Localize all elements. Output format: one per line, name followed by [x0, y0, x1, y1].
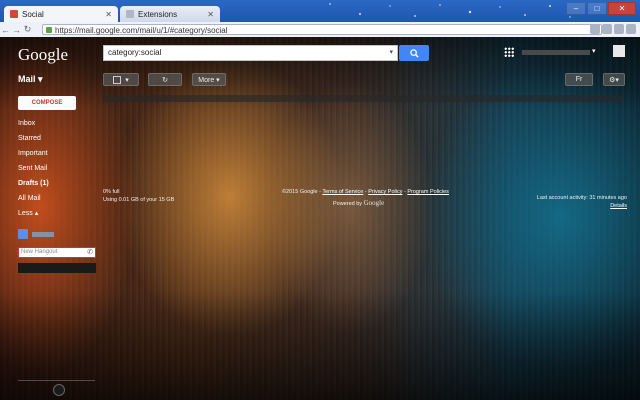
- search-options-icon[interactable]: ▾: [389, 46, 393, 60]
- new-hangout-input[interactable]: New Hangout ✆: [18, 247, 96, 258]
- maximize-button[interactable]: □: [587, 2, 607, 15]
- account-name[interactable]: [522, 50, 590, 55]
- menu-icon[interactable]: [626, 24, 636, 34]
- url-text: https://mail.google.com/mail/u/1/#catego…: [55, 26, 228, 35]
- details-link-text[interactable]: Details: [610, 203, 627, 209]
- address-bar[interactable]: https://mail.google.com/mail/u/1/#catego…: [42, 24, 602, 35]
- sidebar-item-drafts[interactable]: Drafts (1): [18, 180, 49, 187]
- sidebar-item-all-mail[interactable]: All Mail: [18, 195, 41, 202]
- message-list-area: [103, 95, 623, 102]
- tab-title: Extensions: [138, 9, 178, 19]
- tab-social[interactable]: Social ✕: [4, 6, 118, 22]
- back-icon[interactable]: ←: [0, 25, 11, 35]
- hangout-placeholder: New Hangout: [21, 249, 58, 255]
- hangouts-icon[interactable]: [53, 384, 65, 396]
- minimize-button[interactable]: –: [566, 2, 586, 15]
- gmail-icon: [10, 10, 18, 18]
- mail-switcher[interactable]: Mail ▾: [18, 74, 43, 85]
- storage-percent: 0% full: [103, 189, 120, 195]
- phone-icon[interactable]: ✆: [87, 248, 93, 257]
- extension-icon[interactable]: [602, 24, 612, 34]
- details-link[interactable]: Details: [610, 203, 627, 209]
- program-policies-link[interactable]: Program Policies: [407, 189, 449, 195]
- search-icon: [409, 48, 419, 58]
- search-value: category:social: [108, 48, 162, 57]
- search-input[interactable]: category:social ▾: [103, 45, 398, 61]
- refresh-button[interactable]: ↻: [148, 73, 182, 86]
- sidebar-item-less[interactable]: Less ▴: [18, 209, 38, 217]
- tab-extensions[interactable]: Extensions ✕: [120, 6, 220, 22]
- powered-by-text: Powered by: [333, 201, 363, 207]
- refresh-icon: ↻: [162, 76, 168, 84]
- powered-by: Powered by Google: [333, 199, 384, 207]
- contact-list-item[interactable]: [18, 263, 96, 273]
- lock-icon: [46, 27, 52, 33]
- chat-avatar[interactable]: [18, 229, 28, 239]
- google-wordmark: Google: [363, 199, 385, 207]
- last-activity: Last account activity: 31 minutes ago: [536, 195, 627, 201]
- more-button[interactable]: More ▾: [192, 73, 226, 86]
- forward-icon[interactable]: →: [11, 25, 22, 35]
- gear-icon: ⚙▾: [609, 76, 619, 84]
- account-caret-icon[interactable]: ▾: [592, 47, 596, 55]
- close-window-button[interactable]: ✕: [608, 2, 636, 15]
- sidebar-item-starred[interactable]: Starred: [18, 135, 41, 142]
- apps-grid-icon[interactable]: [504, 47, 514, 57]
- extension-icon[interactable]: [590, 24, 600, 34]
- sidebar-item-inbox[interactable]: Inbox: [18, 120, 35, 127]
- gmail-page: Google category:social ▾ ▾ Mail ▾ ▾ ↻ Mo…: [0, 37, 640, 400]
- tab-title: Social: [22, 9, 44, 19]
- reload-icon[interactable]: ↻: [22, 24, 33, 35]
- sidebar-item-important[interactable]: Important: [18, 150, 48, 157]
- settings-button[interactable]: ⚙▾: [603, 73, 625, 86]
- chat-status-name[interactable]: [32, 232, 54, 237]
- avatar[interactable]: [613, 45, 625, 57]
- decorative-stars: [329, 3, 571, 18]
- privacy-link[interactable]: Privacy Policy: [368, 189, 402, 195]
- search-button[interactable]: [399, 45, 429, 61]
- close-tab-icon[interactable]: ✕: [207, 10, 214, 19]
- terms-link[interactable]: Terms of Service: [322, 189, 363, 195]
- select-checkbox-button[interactable]: ▾: [103, 73, 139, 86]
- input-tools-button[interactable]: Fr: [565, 73, 593, 86]
- compose-button[interactable]: COMPOSE: [18, 96, 76, 110]
- google-logo[interactable]: Google: [18, 45, 68, 65]
- extension-icon[interactable]: [614, 24, 624, 34]
- window-controls: – □ ✕: [566, 2, 636, 15]
- sidebar-footer-divider: [18, 380, 95, 381]
- sidebar-item-sent[interactable]: Sent Mail: [18, 165, 47, 172]
- chevron-down-icon: ▾: [125, 76, 129, 84]
- close-tab-icon[interactable]: ✕: [105, 10, 112, 19]
- extension-icons: [590, 24, 636, 34]
- copyright-text: ©2015 Google -: [282, 189, 321, 195]
- storage-detail: Using 0.01 GB of your 15 GB: [103, 197, 175, 203]
- footer-links: ©2015 Google - Terms of Service - Privac…: [282, 189, 449, 195]
- extensions-icon: [126, 10, 134, 18]
- checkbox-icon: [113, 75, 122, 84]
